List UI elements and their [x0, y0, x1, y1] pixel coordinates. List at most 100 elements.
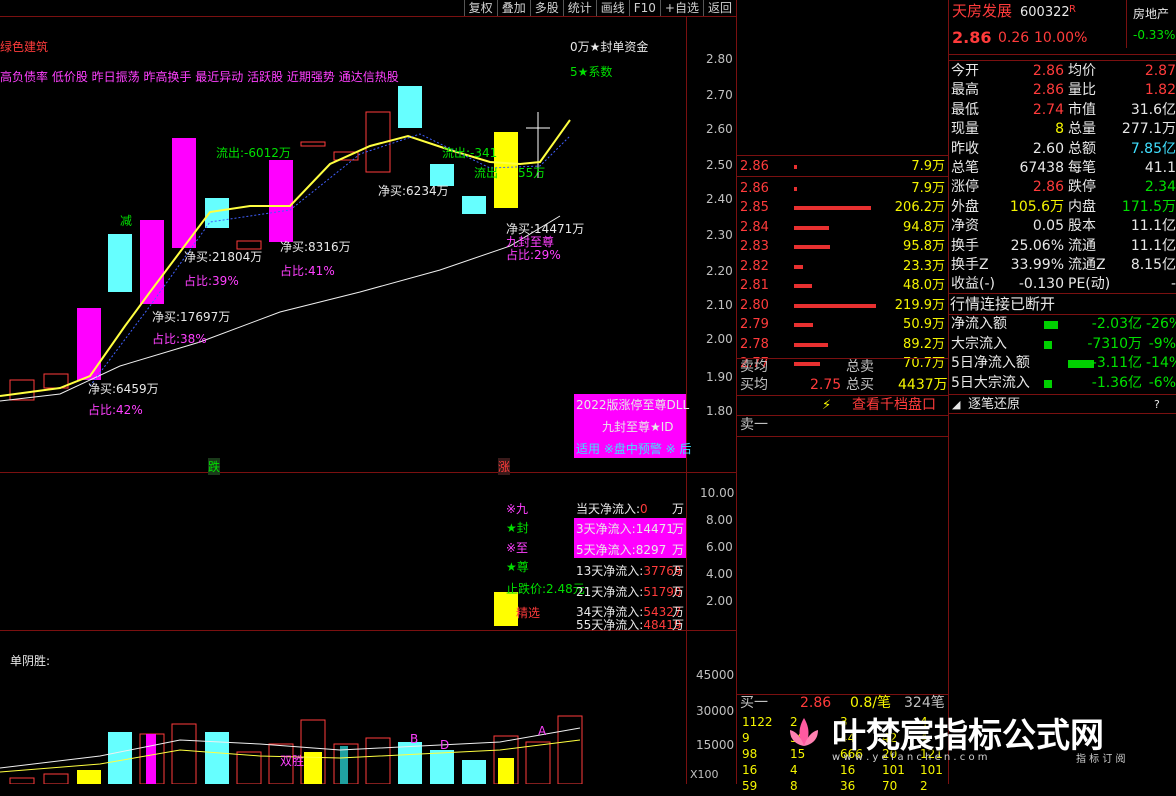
tick-restore-title[interactable]: 逐笔还原 — [968, 395, 1020, 414]
level-price: 2.85 — [740, 200, 769, 215]
flow-label: 5日大宗流入 — [951, 374, 1030, 391]
flow-unit: 万 — [672, 522, 685, 536]
bar-annot: D — [440, 738, 450, 752]
sell-level-row[interactable]: 2.80 219.9万 — [740, 296, 945, 315]
flow-value: 14471 — [635, 522, 674, 536]
quote-value: 105.6万 — [1009, 198, 1064, 215]
quote-label: 收益(-) — [951, 276, 995, 293]
sell-level-row[interactable]: 2.78 89.2万 — [740, 335, 945, 354]
tick-cell: 2 — [920, 779, 928, 793]
quote-label: 现量 — [951, 121, 979, 138]
sector-pct: -0.33% — [1133, 28, 1176, 42]
sell-level-row[interactable]: 2.86 7.9万 — [740, 157, 945, 176]
level-bar — [794, 362, 820, 366]
quote-left-border — [948, 0, 949, 784]
flow-amount: -7310万 — [1087, 335, 1142, 352]
total-buy-label: 总买 — [846, 377, 874, 393]
annotation: 流出 — [474, 166, 499, 180]
quote-divider — [948, 60, 1176, 61]
signal-label: ※九 — [506, 502, 529, 516]
level-volume: 219.9万 — [894, 297, 945, 313]
annotation: 净买:17697万 — [152, 310, 231, 324]
legend-seal-fund: 0万★封单资金 — [570, 40, 649, 54]
restore-rights-button[interactable]: 复权 — [463, 0, 497, 16]
flow-bar — [1044, 321, 1058, 329]
quote-value: 67438 — [1019, 160, 1064, 176]
quote-value: 2.74 — [1032, 101, 1064, 118]
flow-unit: 万 — [672, 502, 685, 516]
sell-level-row[interactable]: 2.79 50.9万 — [740, 315, 945, 334]
draw-line-button[interactable]: 画线 — [595, 0, 629, 16]
level-price: 2.78 — [740, 336, 769, 352]
sell-level-row[interactable]: 2.84 94.8万 — [740, 218, 945, 237]
chart-toolbar: 复权 叠加 多股 统计 画线 F10 +自选 返回 — [463, 0, 736, 16]
price-change: 0.26 — [998, 30, 1030, 46]
sell-level-row[interactable]: 2.83 95.8万 — [740, 237, 945, 256]
level-bar — [794, 284, 812, 288]
level-volume: 48.0万 — [903, 278, 945, 293]
flow-label: 3天净流入: — [576, 522, 636, 536]
quote-value: 0.05 — [1032, 218, 1064, 235]
candle — [108, 234, 132, 292]
flow-pct: -14% — [1146, 355, 1176, 371]
level-bar — [794, 342, 828, 347]
level-bar — [794, 264, 803, 269]
flow-pct: -26% — [1146, 316, 1176, 332]
flow-label: 净流入额 — [951, 316, 1007, 332]
sell-level-row[interactable]: 2.82 23.3万 — [740, 257, 945, 276]
view-depth-button[interactable]: 查看千档盘口 — [852, 396, 936, 415]
flow-amount: -3.11亿 — [1091, 355, 1142, 371]
sell1-label: 卖一 — [740, 417, 768, 433]
buy-avg-label: 买均 — [740, 377, 768, 393]
level-volume: 7.9万 — [911, 159, 945, 174]
down-marker: 跌 — [208, 458, 221, 475]
quote-value: 11.1亿 — [1130, 237, 1176, 254]
overlay-button[interactable]: 叠加 — [496, 0, 530, 16]
quote-label: 总笔 — [951, 160, 979, 176]
level-price: 2.82 — [740, 258, 769, 274]
flow-pct: -9% — [1148, 335, 1176, 352]
sell-level-row[interactable]: 2.85 206.2万 — [740, 198, 945, 217]
sell-level-row[interactable]: 2.86 7.9万 — [740, 179, 945, 198]
vol-marker — [494, 592, 518, 626]
annotation: 净买:6459万 — [88, 382, 159, 396]
help-icon[interactable]: ? — [1154, 395, 1160, 414]
flow-unit: 万 — [672, 564, 685, 578]
quote-value: 2.86 — [1032, 82, 1064, 99]
level-price: 2.86 — [740, 159, 769, 174]
level-price: 2.80 — [740, 297, 769, 313]
price-tick: 2.70 — [706, 88, 733, 102]
level-bar — [794, 323, 813, 327]
watermark-title: 叶梵宸指标公式网 — [832, 716, 1104, 756]
quote-label: 跌停 — [1068, 179, 1096, 196]
sector-box[interactable]: 房地产 -0.33% — [1126, 0, 1176, 48]
up-marker: 涨 — [498, 458, 511, 475]
sell-level-row[interactable]: 2.81 48.0万 — [740, 276, 945, 295]
collapse-icon[interactable]: ◢ — [952, 395, 960, 414]
annotation: 占比:38% — [152, 332, 207, 346]
quote-value: 33.99% — [1010, 257, 1064, 273]
quote-label: 量比 — [1068, 82, 1096, 99]
signal-label: ★尊 — [506, 560, 529, 574]
annotation: 净买:8316万 — [280, 240, 351, 254]
multi-stock-button[interactable]: 多股 — [529, 0, 563, 16]
add-watchlist-button[interactable]: +自选 — [659, 0, 703, 16]
flow-bar — [1044, 379, 1052, 388]
book-divider — [736, 436, 948, 437]
promo-note: 适用 ※盘中预警 ※ 后 — [576, 442, 692, 456]
signal-label: ※至 — [506, 541, 529, 555]
back-button[interactable]: 返回 — [702, 0, 736, 16]
quote-value: 8.15亿 — [1130, 257, 1176, 273]
annotation: 流出:-6012万 — [216, 146, 291, 160]
stats-button[interactable]: 统计 — [562, 0, 596, 16]
annotation: 净买:21804万 — [184, 250, 263, 264]
quote-label: 均价 — [1068, 63, 1096, 79]
quote-value: 2.60 — [1032, 140, 1064, 157]
tick-cell: 8 — [790, 779, 798, 793]
stock-code: 600322 — [1020, 5, 1070, 20]
indicator-label: 单阴胜: — [10, 654, 51, 668]
tick-cell: 59 — [742, 779, 758, 793]
f10-button[interactable]: F10 — [628, 0, 660, 16]
promo-box: 2022版涨停至尊DLL 九封至尊★ID 适用 ※盘中预警 ※ 后 — [574, 394, 692, 458]
sell-level-row[interactable]: 2.77 70.7万 — [740, 354, 945, 373]
